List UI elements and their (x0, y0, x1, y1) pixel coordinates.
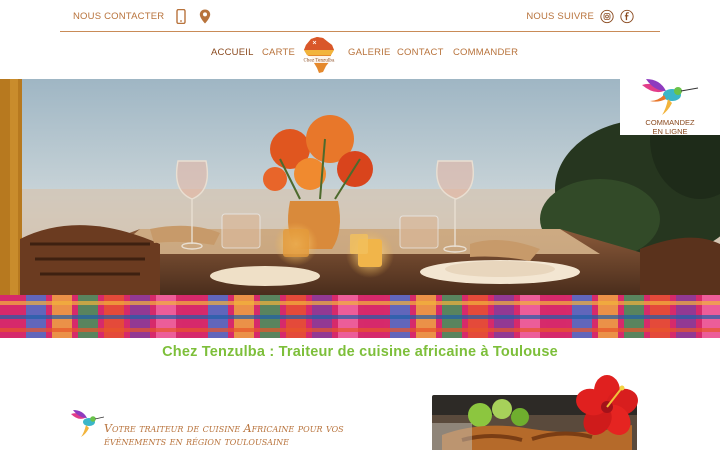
contact-group: NOUS CONTACTER (73, 8, 212, 24)
page-tagline: Chez Tenzulba : Traiteur de cuisine afri… (162, 344, 558, 360)
nav-item-accueil[interactable]: ACCUEIL (211, 47, 254, 58)
map-pin-icon[interactable] (198, 8, 212, 24)
order-online-label: COMMANDEZ EN LIGNE (645, 118, 695, 136)
phone-icon[interactable] (174, 8, 188, 24)
madras-fabric-banner (0, 295, 720, 338)
order-online-badge[interactable]: COMMANDEZ EN LIGNE (620, 75, 720, 136)
top-divider (60, 31, 660, 32)
hero-image (0, 79, 720, 295)
nav-item-commander[interactable]: COMMANDER (453, 47, 518, 58)
hibiscus-flower-icon (572, 374, 642, 440)
hummingbird-small-icon (70, 410, 105, 444)
instagram-icon[interactable] (600, 8, 614, 24)
facebook-icon[interactable] (620, 8, 634, 24)
logo-text: Chez Tenzulba (304, 58, 335, 63)
social-group: NOUS SUIVRE (526, 8, 634, 24)
hummingbird-icon (642, 79, 699, 115)
contact-link[interactable]: NOUS CONTACTER (73, 11, 164, 22)
follow-label: NOUS SUIVRE (526, 10, 594, 22)
nav-item-carte[interactable]: CARTE (262, 47, 295, 58)
brand-logo[interactable]: Chez Tenzulba (301, 36, 337, 74)
main-nav: ACCUEIL CARTE Chez Tenzulba GALERIE CONT… (0, 36, 720, 74)
nav-item-contact[interactable]: CONTACT (397, 47, 444, 58)
top-bar: NOUS CONTACTER NOUS SUIVRE (0, 0, 720, 32)
nav-item-galerie[interactable]: GALERIE (348, 47, 391, 58)
section-subtitle: Votre traiteur de cuisine Africaine pour… (104, 422, 344, 448)
